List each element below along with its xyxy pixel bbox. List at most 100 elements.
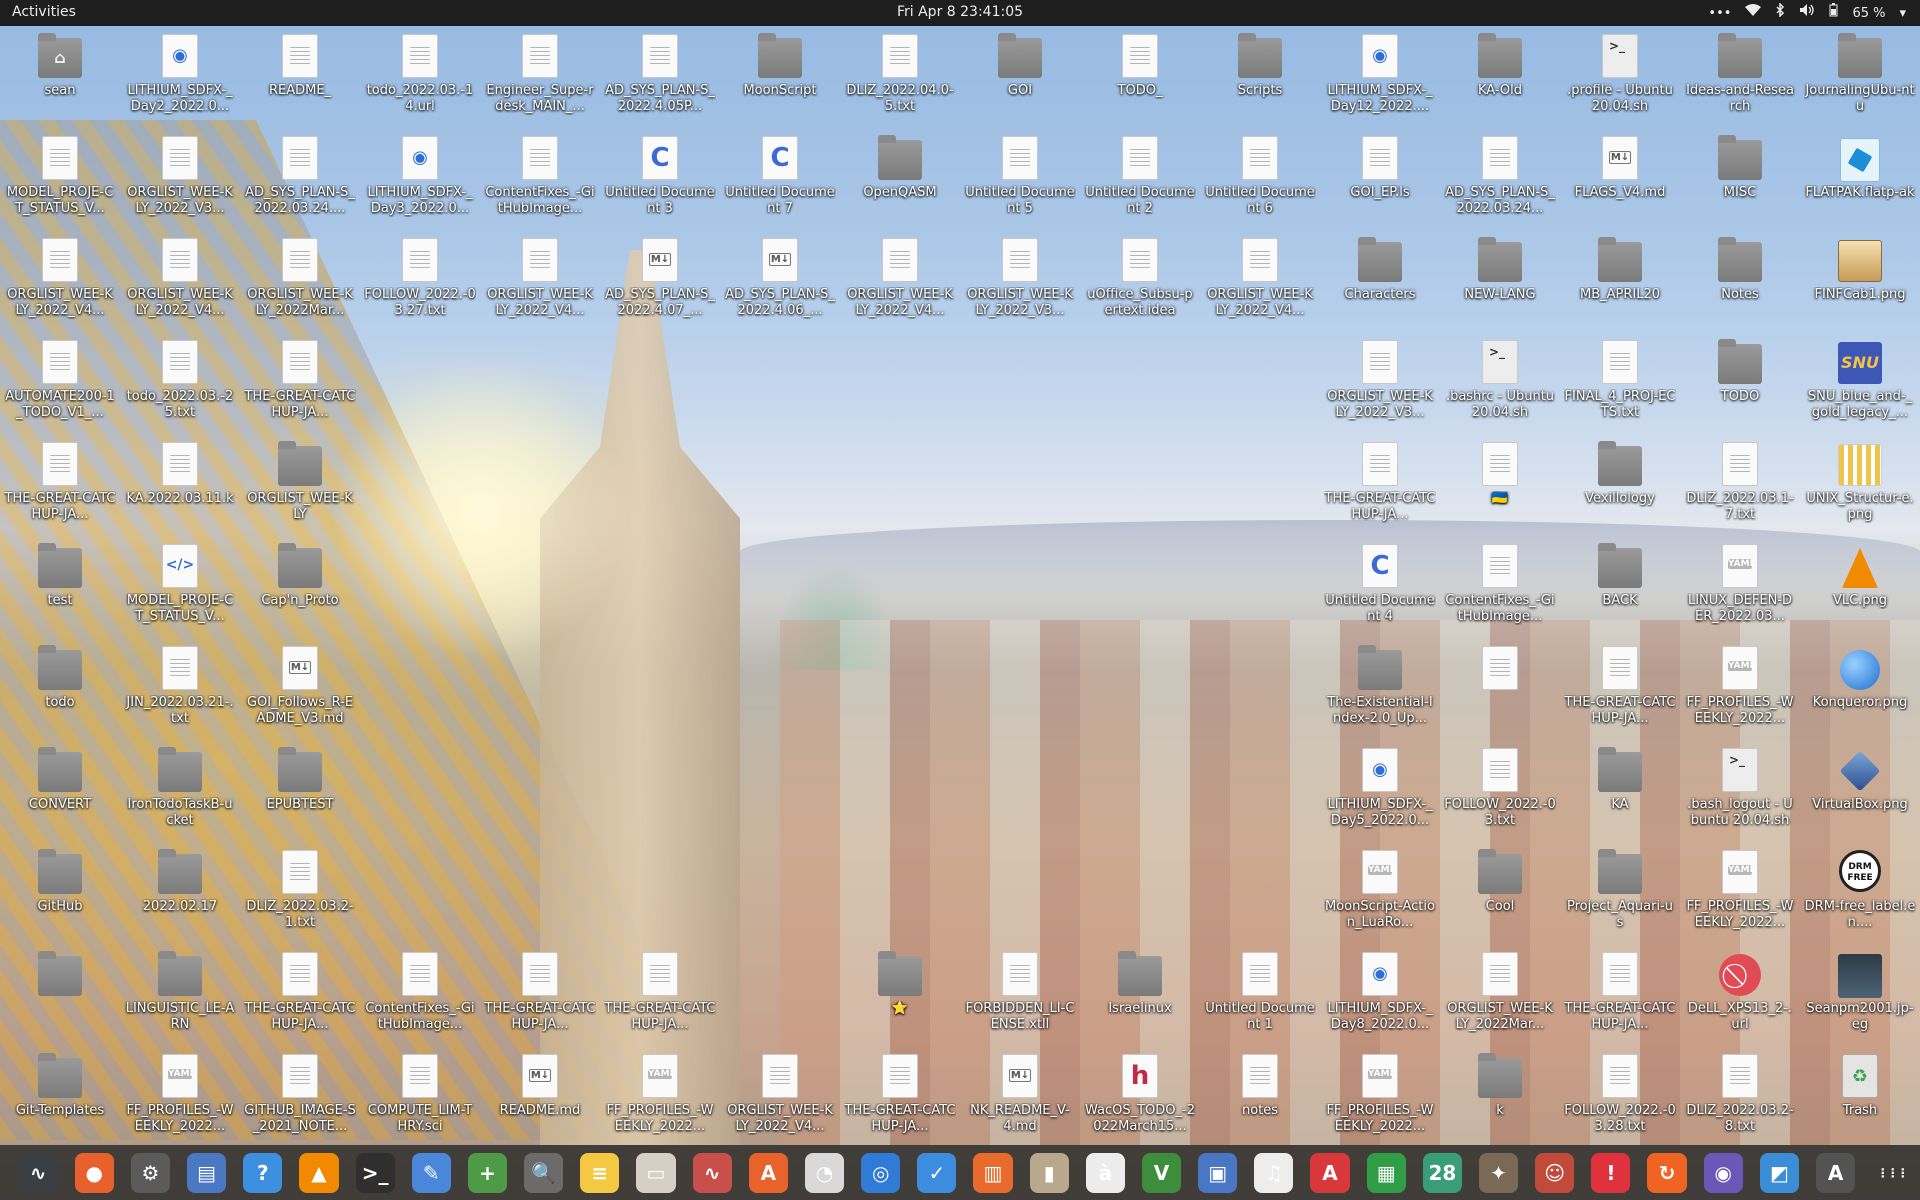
color-picker-icon[interactable]: ◎ [861,1152,901,1193]
desktop-item[interactable]: YAML LINUX_DEFEN-DER_2022.03... [1680,536,1800,636]
desktop-item[interactable]: MODEL_PROJE-CT_STATUS_V... [0,128,120,228]
desktop-item[interactable]: M↓ GOI_Follows_R-EADME_V3.md [240,638,360,738]
desktop[interactable]: ⌂ sean ◉ LITHIUM_SDFX-_Day2_2022.0... README… [0,26,1920,1145]
desktop-item[interactable]: </> MODEL_PROJE-CT_STATUS_V... [120,536,240,636]
terminal-icon[interactable]: >_ [355,1152,395,1193]
desktop-item[interactable]: DLIZ_2022.03.1-7.txt [1680,434,1800,534]
desktop-item[interactable]: M↓ AD_SYS_PLAN-S_2022.4.06_... [720,230,840,330]
desktop-item[interactable]: ORGLIST_WEE-KLY [240,434,360,534]
desktop-item[interactable]: ContentFixes_-GitHubImage... [480,128,600,228]
desktop-item[interactable]: UNIX_Structur-e.png [1800,434,1920,534]
desktop-item[interactable]: YAML MoonScript-Action_LuaRo... [1320,842,1440,942]
desktop-item[interactable]: AD_SYS_PLAN-S_2022.03.24.... [240,128,360,228]
document-viewer-icon[interactable]: ▤ [187,1152,227,1193]
desktop-item[interactable]: DLIZ_2022.04.0-5.txt [840,26,960,126]
character-map-icon[interactable]: à [1085,1152,1125,1193]
desktop-item[interactable]: Untitled Document 2 [1080,128,1200,228]
desktop-item[interactable]: ORGLIST_WEE-KLY_2022Mar... [240,230,360,330]
vlc-icon[interactable]: ▲ [299,1152,339,1193]
desktop-item[interactable]: KA.2022.03.11.k [120,434,240,534]
software-center-icon[interactable]: A [748,1152,788,1193]
desktop-item[interactable]: ORGLIST_WEE-KLY_2022_V3... [1320,332,1440,432]
desktop-item[interactable] [1440,638,1560,738]
desktop-item[interactable]: GitHub [0,842,120,942]
desktop-item[interactable]: THE-GREAT-CATCHUP-JA... [480,944,600,1044]
desktop-item[interactable]: README_ [240,26,360,126]
desktop-item[interactable]: h WacOS_TODO_-2022March15... [1080,1046,1200,1146]
desktop-item[interactable]: THE-GREAT-CATCHUP-JA... [1560,638,1680,738]
desktop-item[interactable]: ⃠ DeLL_XPS13_2-.url [1680,944,1800,1044]
desktop-item[interactable]: DRM FREE DRM-free_label.en.... [1800,842,1920,942]
notification-dots-icon[interactable]: ••• [1708,4,1731,24]
screenshot-icon[interactable]: ◉ [1703,1152,1743,1193]
desktop-item[interactable]: Characters [1320,230,1440,330]
desktop-item[interactable]: FINAL_4_PROJ-ECTS.txt [1560,332,1680,432]
desktop-item[interactable]: todo [0,638,120,738]
desktop-item[interactable]: FOLLOW_2022.-03.27.txt [360,230,480,330]
desktop-item[interactable]: ContentFixes_-GitHubImage... [360,944,480,1044]
desktop-item[interactable]: THE-GREAT-CATCHUP-JA... [0,434,120,534]
text-editor-icon[interactable]: ✎ [411,1152,451,1193]
notes-icon[interactable]: ≡ [580,1152,620,1193]
todo-icon[interactable]: ✓ [917,1152,957,1193]
desktop-item[interactable]: todo_2022.03.-25.txt [120,332,240,432]
desktop-item[interactable]: TODO [1680,332,1800,432]
desktop-item[interactable]: C Untitled Document 3 [600,128,720,228]
desktop-item[interactable]: M↓ README.md [480,1046,600,1146]
desktop-item[interactable]: Notes [1680,230,1800,330]
desktop-item[interactable]: AUTOMATE200-1_TODO_V1_... [0,332,120,432]
desktop-item[interactable]: DLIZ_2022.03.2-1.txt [240,842,360,942]
desktop-item[interactable]: THE-GREAT-CATCHUP-JA... [1320,434,1440,534]
desktop-item[interactable]: DLIZ_2022.03.2-8.txt [1680,1046,1800,1146]
desktop-item[interactable]: test [0,536,120,636]
desktop-item[interactable]: BACK [1560,536,1680,636]
desktop-item[interactable]: GITHUB_IMAGE-S_2021_NOTE... [240,1046,360,1146]
desktop-item[interactable]: MoonScript [720,26,840,126]
desktop-item[interactable]: YAML FF_PROFILES_-WEEKLY_2022... [600,1046,720,1146]
desktop-item[interactable]: YAML FF_PROFILES_-WEEKLY_2022... [1680,842,1800,942]
show-apps-icon[interactable]: ⋮⋮⋮ [1872,1153,1911,1193]
gimp-icon[interactable]: ✦ [1478,1152,1519,1193]
mail-icon[interactable]: A [1816,1152,1856,1193]
desktop-item[interactable]: YAML FF_PROFILES_-WEEKLY_2022... [120,1046,240,1146]
desktop-item[interactable]: FLATPAK.flatp-ak [1800,128,1920,228]
desktop-item[interactable]: FORBIDDEN_LI-CENSE.xtll [960,944,1080,1044]
desktop-item[interactable]: GOI_EP.ls [1320,128,1440,228]
desktop-item[interactable]: ORGLIST_WEE-KLY_2022_V4... [480,230,600,330]
desktop-item[interactable]: Untitled Document 6 [1200,128,1320,228]
desktop-item[interactable]: FINFCab1.png [1800,230,1920,330]
desktop-item[interactable]: ♻ Trash [1800,1046,1920,1146]
desktop-item[interactable]: Project_Aquari-us [1560,842,1680,942]
desktop-item[interactable]: YAML FF_PROFILES_-WEEKLY_2022... [1320,1046,1440,1146]
desktop-item[interactable]: GOI [960,26,1080,126]
desktop-item[interactable]: ◉ LITHIUM_SDFX-_Day3_2022.0... [360,128,480,228]
desktop-item[interactable]: EPUBTEST [240,740,360,840]
desktop-item[interactable]: Untitled Document 1 [1200,944,1320,1044]
desktop-item[interactable]: VirtualBox.png [1800,740,1920,840]
firefox-icon[interactable]: ● [74,1152,114,1193]
desktop-item[interactable]: C Untitled Document 4 [1320,536,1440,636]
music-icon[interactable]: ♫ [1254,1152,1294,1193]
desktop-item[interactable]: C Untitled Document 7 [720,128,840,228]
desktop-item[interactable]: Cap'n_Proto [240,536,360,636]
image-viewer-icon[interactable]: 🔍 [524,1152,564,1193]
vim-icon[interactable]: V [1141,1152,1182,1193]
desktop-item[interactable]: FOLLOW_2022.-03.28.txt [1560,1046,1680,1146]
desktop-item[interactable]: k [1440,1046,1560,1146]
desktop-item[interactable]: COMPUTE_LIM-THRY.sci [360,1046,480,1146]
desktop-item[interactable]: MB_APRIL20 [1560,230,1680,330]
desktop-item[interactable]: JournalingUbu-ntu [1800,26,1920,126]
calculator-icon[interactable]: + [467,1152,508,1193]
desktop-item[interactable]: THE-GREAT-CATCHUP-JA... [600,944,720,1044]
desktop-item[interactable]: NEW-LANG [1440,230,1560,330]
desktop-item[interactable]: ORGLIST_WEE-KLY_2022Mar... [1440,944,1560,1044]
desktop-item[interactable]: Seanpm2001.jp-eg [1800,944,1920,1044]
desktop-item[interactable] [0,944,120,1044]
game-icon[interactable]: ☺ [1535,1152,1575,1193]
pdf-viewer-icon[interactable]: A [1310,1152,1350,1193]
desktop-item[interactable]: The-Existential-Index-2.0_Up... [1320,638,1440,738]
update-icon[interactable]: ↻ [1647,1152,1687,1193]
desktop-item[interactable]: M↓ NK_README_V-4.md [960,1046,1080,1146]
desktop-item[interactable]: Vexillology [1560,434,1680,534]
desktop-item[interactable]: OpenQASM [840,128,960,228]
